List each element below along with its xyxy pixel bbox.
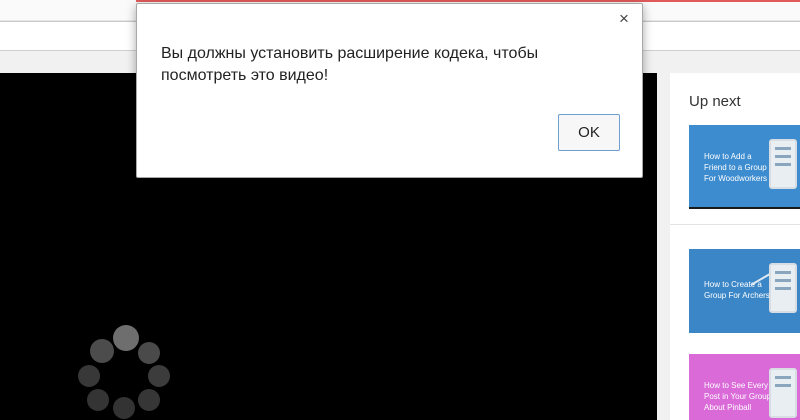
spinner-dot xyxy=(148,365,170,387)
ok-button[interactable]: OK xyxy=(558,114,620,151)
divider xyxy=(670,224,800,225)
loading-spinner-icon xyxy=(78,325,170,419)
spinner-dot xyxy=(90,339,114,363)
phone-screen-bar xyxy=(775,376,791,379)
phone-screen-bar xyxy=(775,147,791,150)
phone-icon xyxy=(769,368,797,418)
thumbnail-title: How to Add a Friend to a Group For Woodw… xyxy=(704,152,767,183)
spinner-dot xyxy=(113,325,139,351)
sidebar-up-next: Up next How to Add a Friend to a Group F… xyxy=(670,73,800,420)
dialog-message: Вы должны установить расширение кодека, … xyxy=(161,45,539,84)
phone-screen-bar xyxy=(775,163,791,166)
video-thumbnail[interactable]: How to See Every Post in Your Group Abou… xyxy=(689,354,800,420)
spinner-dot xyxy=(138,342,160,364)
thumbnail-title: How to Create a Group For Archers xyxy=(704,280,770,300)
phone-screen-bar xyxy=(775,271,791,274)
up-next-heading: Up next xyxy=(689,93,741,110)
phone-screen-bar xyxy=(775,384,791,387)
phone-screen-bar xyxy=(775,287,791,290)
video-thumbnail[interactable]: How to Add a Friend to a Group For Woodw… xyxy=(689,125,800,209)
thumbnail-title: How to See Every Post in Your Group Abou… xyxy=(704,381,772,412)
alert-dialog: × Вы должны установить расширение кодека… xyxy=(136,3,643,178)
close-icon[interactable]: × xyxy=(617,10,631,27)
spinner-dot xyxy=(113,397,135,419)
spinner-dot xyxy=(87,389,109,411)
phone-screen-bar xyxy=(775,279,791,282)
accent-line xyxy=(136,0,800,2)
video-thumbnail[interactable]: How to Create a Group For Archers xyxy=(689,249,800,333)
phone-icon xyxy=(769,139,797,189)
spinner-dot xyxy=(78,365,100,387)
spinner-dot xyxy=(138,389,160,411)
phone-icon xyxy=(769,263,797,313)
phone-screen-bar xyxy=(775,155,791,158)
